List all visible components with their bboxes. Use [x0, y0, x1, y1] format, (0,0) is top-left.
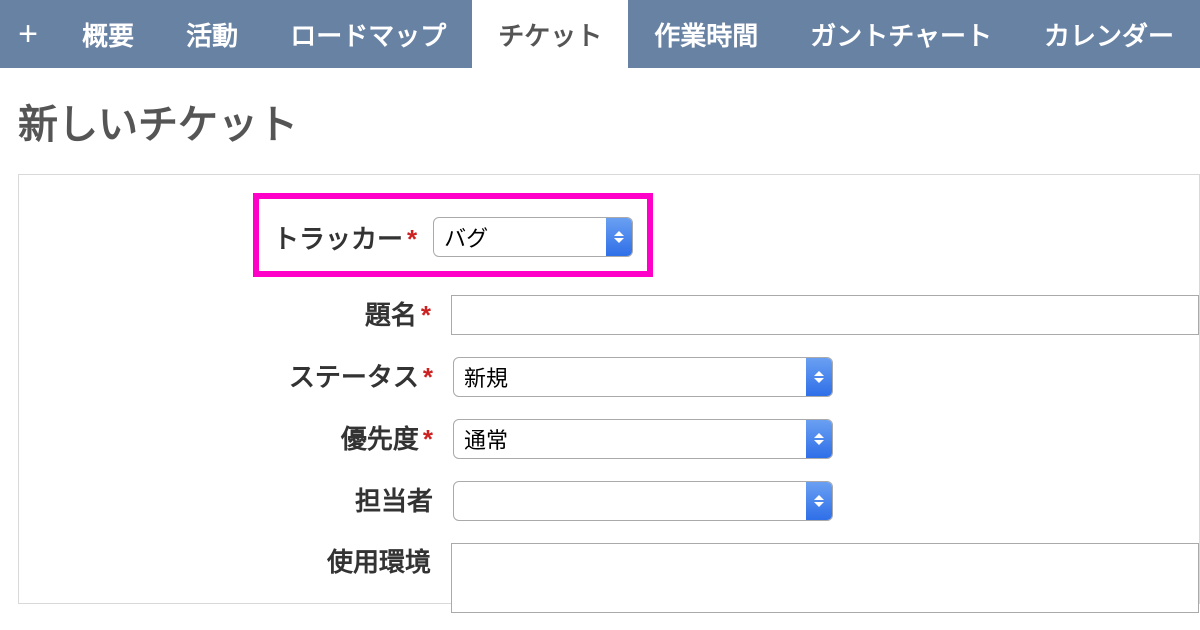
tab-bar: + 概要 活動 ロードマップ チケット 作業時間 ガントチャート カレンダー	[0, 0, 1200, 68]
status-select-value: 新規	[464, 361, 518, 393]
required-mark: *	[403, 224, 417, 254]
priority-label: 優先度*	[19, 426, 439, 452]
new-tab-button[interactable]: +	[0, 0, 56, 68]
tab-gantt[interactable]: ガントチャート	[784, 0, 1018, 68]
tracker-select[interactable]: バグ	[433, 217, 633, 257]
tracker-select-value: バグ	[444, 221, 498, 253]
tab-overview[interactable]: 概要	[56, 0, 160, 68]
select-arrow-icon	[606, 218, 632, 256]
env-textarea[interactable]	[451, 543, 1199, 613]
tracker-label: トラッカー*	[273, 219, 433, 256]
required-mark: *	[419, 362, 433, 392]
env-label: 使用環境	[19, 543, 437, 575]
subject-label: 題名*	[19, 302, 437, 328]
tab-activity[interactable]: 活動	[160, 0, 264, 68]
priority-select-value: 通常	[464, 423, 518, 455]
tracker-highlight: トラッカー* バグ	[253, 193, 653, 277]
select-arrow-icon	[806, 482, 832, 520]
select-arrow-icon	[806, 420, 832, 458]
tab-tickets[interactable]: チケット	[472, 0, 628, 68]
status-label: ステータス*	[19, 364, 439, 390]
tab-calendar[interactable]: カレンダー	[1018, 0, 1200, 68]
new-ticket-form: トラッカー* バグ 題名* ステータス* 新規 優先度*	[18, 174, 1200, 604]
status-select[interactable]: 新規	[453, 357, 833, 397]
select-arrow-icon	[806, 358, 832, 396]
tab-timelog[interactable]: 作業時間	[628, 0, 784, 68]
required-mark: *	[419, 424, 433, 454]
priority-select[interactable]: 通常	[453, 419, 833, 459]
assignee-label: 担当者	[19, 488, 439, 514]
tab-roadmap[interactable]: ロードマップ	[264, 0, 472, 68]
subject-input[interactable]	[451, 295, 1199, 335]
required-mark: *	[417, 300, 431, 330]
assignee-select[interactable]	[453, 481, 833, 521]
page-title: 新しいチケット	[0, 68, 1200, 168]
